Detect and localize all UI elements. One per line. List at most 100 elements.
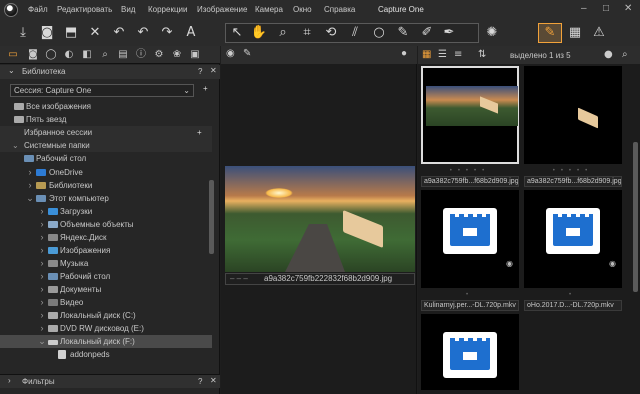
tree-item-selected[interactable]: ⌄ Локальный диск (F:) <box>0 335 212 348</box>
tree-item[interactable]: addonpeds <box>0 348 212 361</box>
search-icon[interactable]: ⌕ <box>622 49 628 60</box>
browser-toolbar: ▦ ☰ ≡ ⇅ выделено 1 из 5 ● ⌕ <box>418 46 640 64</box>
export-icon[interactable]: ⬒ <box>62 24 80 42</box>
menu-image[interactable]: Изображение <box>197 5 247 14</box>
tree-item[interactable]: ⌄ Этот компьютер <box>0 192 212 205</box>
thumbnail[interactable] <box>421 314 519 390</box>
collection-five-stars[interactable]: Пять звезд <box>0 113 212 126</box>
close-window-button[interactable]: ✕ <box>624 3 632 14</box>
capture-tab-icon[interactable]: ◙ <box>26 48 40 62</box>
favorites-add-button[interactable]: + <box>197 126 202 139</box>
rating-status[interactable]: – – – <box>230 274 248 284</box>
settings-sun-icon[interactable]: ✺ <box>483 24 501 42</box>
redo-icon[interactable]: ↷ <box>158 24 176 42</box>
exposure-tab-icon[interactable]: ◧ <box>80 48 94 62</box>
details-view-icon[interactable]: ≡ <box>454 49 462 60</box>
rating-dots[interactable]: ••••• <box>421 168 519 174</box>
close-icon[interactable]: ✕ <box>210 376 217 385</box>
favorites-section[interactable]: Избранное сессии + <box>0 126 212 139</box>
tree-item[interactable]: › Яндекс.Диск <box>0 231 212 244</box>
pan-hand-icon[interactable]: ✋ <box>250 24 268 42</box>
viewer-image[interactable] <box>225 166 415 272</box>
tree-item[interactable]: › Документы <box>0 283 212 296</box>
tree-item[interactable]: › DVD RW дисковод (E:) <box>0 322 212 335</box>
user-icon[interactable]: ● <box>401 48 407 59</box>
sidebar-scrollbar[interactable] <box>209 180 214 254</box>
filters-header[interactable]: › Фильтры ? ✕ <box>0 374 220 388</box>
session-select[interactable]: Сессия: Capture One ⌄ <box>10 84 194 97</box>
pen-icon[interactable]: ✎ <box>243 48 251 59</box>
select-cursor-icon[interactable]: ↖ <box>228 24 246 42</box>
session-add-button[interactable]: + <box>203 84 208 93</box>
menu-file[interactable]: Файл <box>28 5 48 14</box>
tree-item[interactable]: › OneDrive <box>0 166 212 179</box>
tree-item[interactable]: › Видео <box>0 296 212 309</box>
text-icon[interactable]: A <box>182 24 200 42</box>
menu-camera[interactable]: Камера <box>255 5 283 14</box>
annotation-icon[interactable]: ✒ <box>440 24 458 42</box>
color-tab-icon[interactable]: ◐ <box>62 48 76 62</box>
rotate-icon[interactable]: ⟲ <box>322 24 340 42</box>
rating-dots[interactable]: ••••• <box>524 168 622 174</box>
tree-item[interactable]: › Локальный диск (C:) <box>0 309 212 322</box>
warning-icon[interactable]: ⚠ <box>590 24 608 42</box>
help-icon[interactable]: ? <box>198 67 202 76</box>
close-icon[interactable]: ✕ <box>210 66 217 75</box>
camera-icon[interactable]: ◙ <box>38 24 56 42</box>
user-icon[interactable]: ● <box>604 49 613 60</box>
keystone-icon[interactable]: ⫽ <box>346 24 364 42</box>
menu-window[interactable]: Окно <box>293 5 312 14</box>
reset-icon[interactable]: ↶ <box>110 24 128 42</box>
chevron-right-icon: › <box>28 180 32 190</box>
import-icon[interactable]: ⤓ <box>14 24 32 42</box>
chevron-right-icon: › <box>40 297 44 307</box>
tree-item[interactable]: › Объемные объекты <box>0 218 212 231</box>
menu-edit[interactable]: Редактировать <box>57 5 112 14</box>
rating-dots[interactable]: • <box>524 292 622 298</box>
search-tab-icon[interactable]: ⌕ <box>98 48 112 62</box>
info-tab-icon[interactable]: ⓘ <box>134 48 148 62</box>
tree-item[interactable]: Рабочий стол <box>0 152 212 165</box>
thumbnail[interactable]: ••••• a9a382c759fb...f68b2d909.jpg <box>421 66 519 187</box>
library-header[interactable]: ⌄ Библиотека ? ✕ <box>0 65 220 79</box>
maximize-button[interactable]: □ <box>603 3 609 14</box>
tree-item[interactable]: › Изображения <box>0 244 212 257</box>
grid-icon[interactable]: ▦ <box>566 24 584 42</box>
menu-adjustments[interactable]: Коррекции <box>148 5 187 14</box>
system-folders-section[interactable]: ⌄ Системные папки <box>0 139 212 152</box>
tree-item[interactable]: › Загрузки <box>0 205 212 218</box>
downloads-icon <box>48 208 58 215</box>
grid-view-icon[interactable]: ▦ <box>422 49 431 60</box>
minimize-button[interactable]: – <box>581 3 587 14</box>
delete-icon[interactable]: ✕ <box>86 24 104 42</box>
menu-view[interactable]: Вид <box>121 5 135 14</box>
collection-all-images[interactable]: Все изображения <box>0 100 212 113</box>
spot-removal-icon[interactable]: ○ <box>370 24 388 42</box>
crop-icon[interactable]: ⌗ <box>298 24 316 42</box>
tree-item[interactable]: › Библиотеки <box>0 179 212 192</box>
metadata-tab-icon[interactable]: ▤ <box>116 48 130 62</box>
browser-scrollbar[interactable] <box>633 142 638 292</box>
picker-icon[interactable]: ✐ <box>418 24 436 42</box>
eye-icon[interactable]: ◉ <box>226 48 235 59</box>
help-icon[interactable]: ? <box>198 377 202 386</box>
lens-tab-icon[interactable]: ◯ <box>44 48 58 62</box>
sort-icon[interactable]: ⇅ <box>478 49 486 60</box>
thumbnail[interactable]: ••••• a9a382c759fb...f68b2d909.jpg <box>524 66 622 187</box>
panels-tab-icon[interactable]: ▣ <box>188 48 202 62</box>
menu-help[interactable]: Справка <box>324 5 355 14</box>
styles-tab-icon[interactable]: ❀ <box>170 48 184 62</box>
gear-tab-icon[interactable]: ⚙ <box>152 48 166 62</box>
tree-item[interactable]: › Рабочий стол <box>0 270 212 283</box>
undo-icon[interactable]: ↶ <box>134 24 152 42</box>
thumbnail[interactable]: ◉ • Kulinarnyj.per...-DL.720p.mkv <box>421 190 519 311</box>
tree-item[interactable]: › Музыка <box>0 257 212 270</box>
list-view-icon[interactable]: ☰ <box>438 49 447 60</box>
zoom-icon[interactable]: ⌕ <box>274 24 292 42</box>
thumbnail[interactable]: ◉ • oHo.2017.D...-DL.720p.mkv <box>524 190 622 311</box>
brush-icon[interactable]: ✎ <box>394 24 412 42</box>
edit-mode-button[interactable]: ✎ <box>538 23 562 43</box>
rating-dots[interactable]: • <box>421 292 519 298</box>
library-tab-icon[interactable]: ▭ <box>6 48 20 62</box>
app-window: Файл Редактировать Вид Коррекции Изображ… <box>0 0 640 394</box>
